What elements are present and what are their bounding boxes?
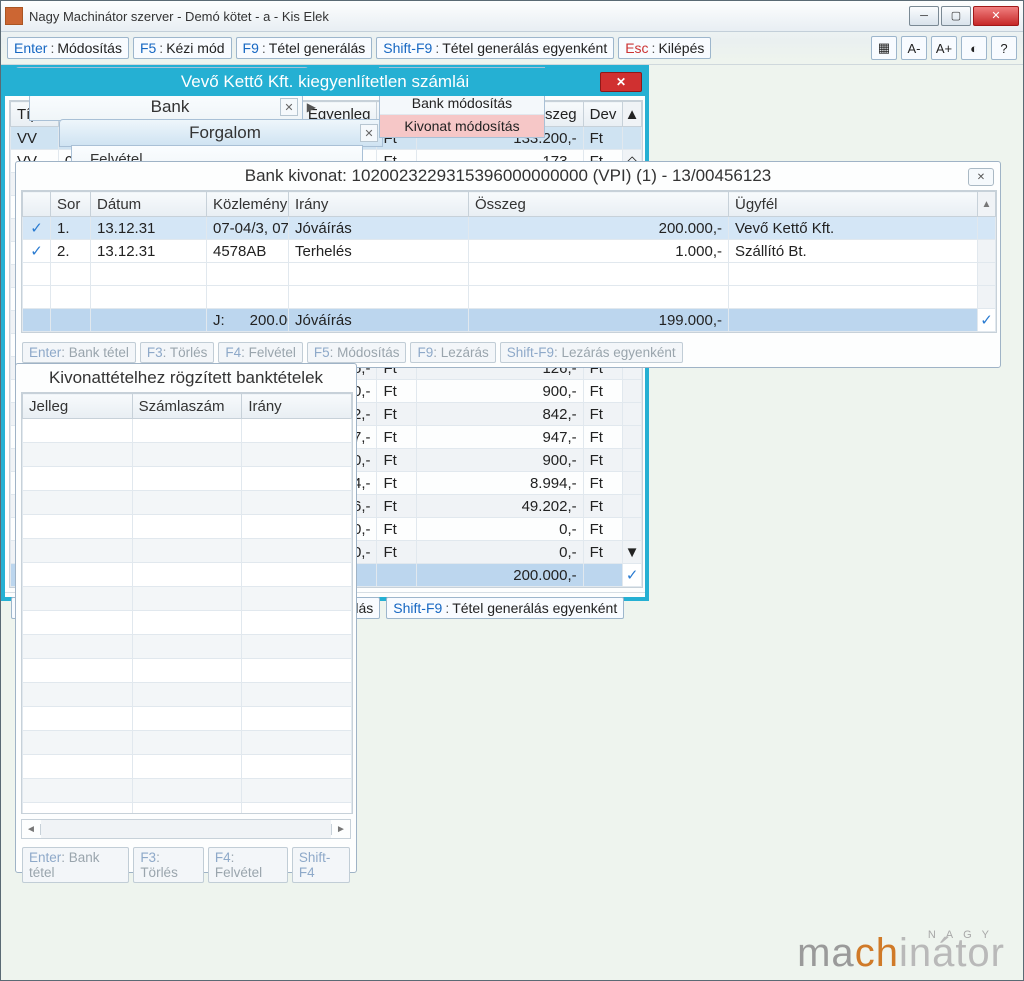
logo-part: ma [797, 931, 855, 975]
table-row[interactable] [23, 419, 352, 443]
chevron-right-icon: ▶ [307, 100, 316, 114]
toolbar-shift-f9-button[interactable]: Shift-F9: Tétel generálás egyenként [376, 37, 614, 59]
panel-button[interactable]: Enter: Bank tétel [22, 847, 129, 883]
panel-close-icon[interactable]: ✕ [968, 168, 994, 186]
panel-button[interactable]: Shift-F9: Lezárás egyenként [500, 342, 683, 363]
toolbar-esc-button[interactable]: Esc: Kilépés [618, 37, 711, 59]
table-row[interactable]: ✓1.13.12.3107-04/3, 07Jóváírás200.000,-V… [23, 217, 996, 240]
col-header[interactable]: Összeg [469, 192, 729, 217]
table-row[interactable] [23, 683, 352, 707]
col-header[interactable]: Dátum [91, 192, 207, 217]
table-row[interactable] [23, 443, 352, 467]
panel-title: Bank kivonat: 1020023229315396000000000 … [16, 162, 1000, 190]
table-row[interactable] [23, 611, 352, 635]
scroll-up-icon[interactable]: ▲ [978, 192, 996, 217]
col-header[interactable]: Sor [51, 192, 91, 217]
table-row[interactable] [23, 779, 352, 803]
table-row[interactable] [23, 286, 996, 309]
horizontal-scrollbar[interactable]: ◄► [21, 819, 351, 839]
col-header[interactable]: Számlaszám [132, 394, 242, 419]
toolbar-icon-4[interactable]: ? [991, 36, 1017, 60]
brand-logo: NAGY machinátor [797, 929, 1005, 976]
bank-kivonat-panel: ✕ Bank kivonat: 102002322931539600000000… [15, 161, 1001, 368]
col-header[interactable] [23, 192, 51, 217]
toolbar-icon-3[interactable]: ◐ [961, 36, 987, 60]
close-button[interactable]: ✕ [973, 6, 1019, 26]
table-row[interactable] [23, 515, 352, 539]
table-row[interactable] [23, 707, 352, 731]
panel-close-button[interactable]: ✕ [600, 72, 642, 92]
scroll-up-icon[interactable]: ▲ [623, 102, 642, 127]
toolbar-f9-button[interactable]: F9: Tétel generálás [236, 37, 373, 59]
scroll-down-icon[interactable]: ▼ [625, 544, 640, 561]
tab-close-icon[interactable]: ✕ [280, 98, 298, 116]
kivonat-grid[interactable]: SorDátumKözleményIrányÖsszegÜgyfél▲✓1.13… [21, 190, 997, 333]
panel3-title-text: Vevő Kettő Kft. kiegyenlítetlen számlái [181, 72, 469, 91]
table-row[interactable] [23, 587, 352, 611]
titlebar[interactable]: Nagy Machinátor szerver - Demó kötet - a… [1, 1, 1023, 32]
toolbar-enter-button[interactable]: Enter: Módosítás [7, 37, 129, 59]
col-header[interactable]: Dev [583, 102, 623, 127]
logo-part: ch [855, 931, 899, 975]
tab-label: Forgalom [189, 123, 261, 143]
toolbar-icon-0[interactable]: ▦ [871, 36, 897, 60]
panel-button[interactable]: F4: Felvétel [218, 342, 303, 363]
maximize-button[interactable]: ▢ [941, 6, 971, 26]
table-row[interactable] [23, 263, 996, 286]
menu-item[interactable]: Kivonat módosítás [380, 114, 544, 137]
panel-button[interactable]: Shift-F9: Tétel generálás egyenként [386, 597, 624, 619]
panel-title: Kivonattételhez rögzített banktételek [16, 364, 356, 392]
table-row[interactable] [23, 539, 352, 563]
table-row[interactable] [23, 659, 352, 683]
col-header[interactable]: Közlemény [207, 192, 289, 217]
tab-forgalom[interactable]: Forgalom ✕ [59, 119, 383, 147]
toolbar-f5-button[interactable]: F5: Kézi mód [133, 37, 232, 59]
panel-button[interactable]: Enter: Bank tétel [22, 342, 136, 363]
col-header[interactable]: Irány [242, 394, 352, 419]
panel-button[interactable]: Shift-F4 [292, 847, 350, 883]
table-row[interactable] [23, 467, 352, 491]
panel-title: Vevő Kettő Kft. kiegyenlítetlen számlái … [4, 68, 646, 96]
tab-close-icon[interactable]: ✕ [360, 124, 378, 142]
table-row[interactable] [23, 731, 352, 755]
col-header[interactable]: Jelleg [23, 394, 133, 419]
scroll-left-icon[interactable]: ◄ [22, 824, 41, 835]
tab-bank[interactable]: Bank✕▶ [29, 93, 303, 121]
window-title: Nagy Machinátor szerver - Demó kötet - a… [29, 9, 909, 24]
app-icon [5, 7, 23, 25]
table-row[interactable] [23, 491, 352, 515]
panel-button[interactable]: F4: Felvétel [208, 847, 288, 883]
table-row[interactable] [23, 563, 352, 587]
panel-button[interactable]: F9: Lezárás [410, 342, 495, 363]
app-window: Nagy Machinátor szerver - Demó kötet - a… [0, 0, 1024, 981]
table-row[interactable] [23, 755, 352, 779]
summary-row: J: 200.00Jóváírás199.000,-✓ [23, 309, 996, 332]
tab-label: Bank [151, 97, 190, 117]
minimize-button[interactable]: ─ [909, 6, 939, 26]
panel-button[interactable]: F5: Módosítás [307, 342, 407, 363]
col-header[interactable]: Ügyfél [729, 192, 978, 217]
toolbar-icon-1[interactable]: A- [901, 36, 927, 60]
main-toolbar: Enter: MódosításF5: Kézi módF9: Tétel ge… [1, 32, 1023, 65]
banktetelek-grid[interactable]: JellegSzámlaszámIrány [21, 392, 353, 814]
panel-button[interactable]: F3: Törlés [140, 342, 215, 363]
panel2-buttons: Enter: Bank tételF3: TörlésF4: FelvételS… [16, 843, 356, 887]
scroll-right-icon[interactable]: ► [331, 824, 350, 835]
panel-button[interactable]: F3: Törlés [133, 847, 204, 883]
table-row[interactable] [23, 803, 352, 815]
table-row[interactable] [23, 635, 352, 659]
logo-part: inátor [899, 931, 1005, 975]
toolbar-icon-2[interactable]: A+ [931, 36, 957, 60]
col-header[interactable]: Irány [289, 192, 469, 217]
banktetelek-panel: Kivonattételhez rögzített banktételek Je… [15, 363, 357, 873]
table-row[interactable]: ✓2.13.12.314578ABTerhelés1.000,-Szállító… [23, 240, 996, 263]
